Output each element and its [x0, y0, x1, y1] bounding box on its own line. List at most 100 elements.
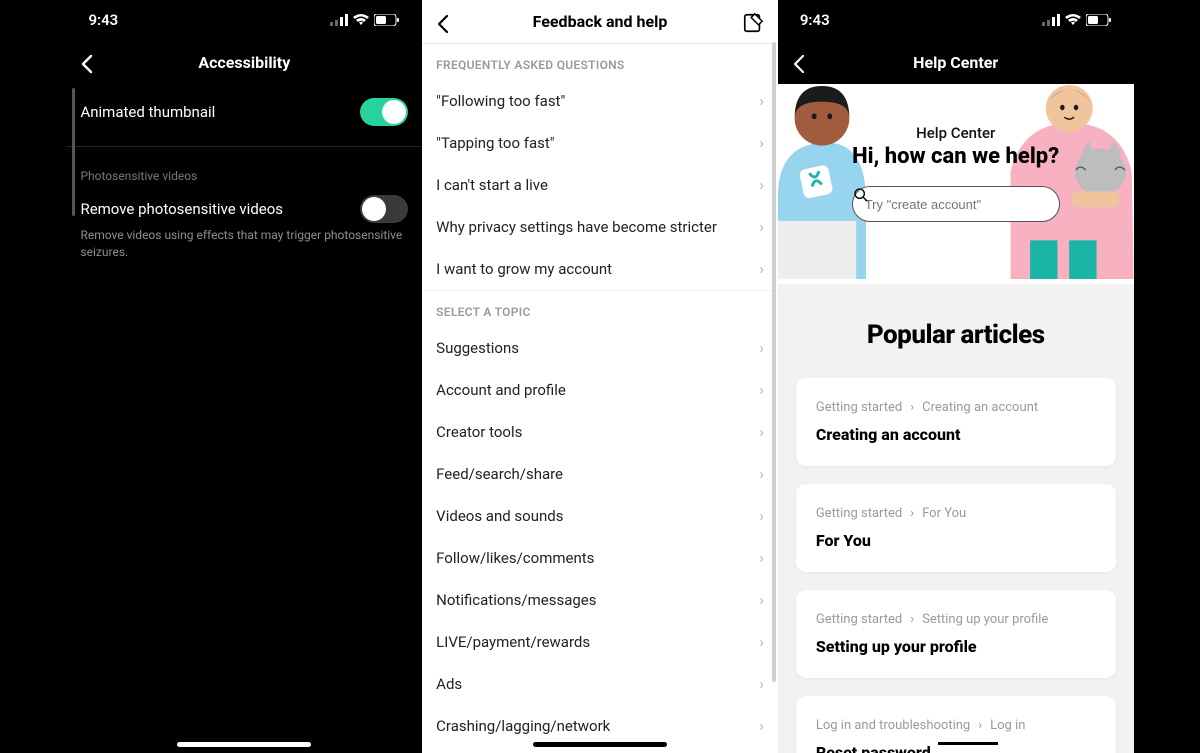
signal-icon — [1042, 14, 1060, 26]
article-card[interactable]: Getting started › Setting up your profil… — [796, 590, 1116, 678]
chevron-right-icon: › — [759, 381, 764, 399]
topic-item[interactable]: Ads› — [422, 663, 778, 705]
breadcrumb: Getting started › For You — [816, 506, 1096, 521]
chevron-right-icon: › — [978, 718, 982, 733]
chevron-right-icon: › — [759, 176, 764, 194]
chevron-right-icon: › — [759, 717, 764, 735]
chevron-left-icon — [788, 52, 812, 76]
header: Help Center — [778, 40, 1134, 84]
chevron-right-icon: › — [759, 465, 764, 483]
back-button[interactable] — [788, 52, 812, 76]
scrollbar[interactable] — [72, 88, 75, 216]
topic-item[interactable]: Suggestions › — [422, 327, 778, 369]
search-field[interactable] — [852, 186, 1060, 222]
topic-label: Creator tools — [436, 423, 522, 441]
breadcrumb: Getting started › Creating an account — [816, 400, 1096, 415]
chevron-right-icon: › — [759, 423, 764, 441]
back-button[interactable] — [432, 12, 456, 36]
topic-label: Videos and sounds — [436, 507, 563, 525]
hero: Help Center Hi, how can we help? — [778, 84, 1134, 284]
topic-item[interactable]: LIVE/payment/rewards› — [422, 621, 778, 663]
article-card[interactable]: Getting started › Creating an account Cr… — [796, 378, 1116, 466]
topic-item[interactable]: Follow/likes/comments› — [422, 537, 778, 579]
status-time: 9:43 — [800, 11, 830, 29]
page-title: Accessibility — [198, 53, 290, 72]
battery-icon — [374, 14, 400, 26]
status-bar: 9:43 — [778, 0, 1134, 40]
animated-thumbnail-toggle[interactable] — [360, 98, 408, 126]
header: Accessibility — [66, 40, 422, 84]
home-indicator[interactable] — [533, 742, 667, 747]
compose-button[interactable] — [742, 12, 766, 36]
hero-subtitle: Help Center — [778, 124, 1134, 142]
topic-item[interactable]: Creator tools › — [422, 411, 778, 453]
topic-label: Notifications/messages — [436, 591, 596, 609]
accessibility-screen: 9:43 Accessibility Animated thumbnail Ph… — [66, 0, 422, 753]
status-icons — [330, 14, 400, 26]
chevron-left-icon — [432, 12, 456, 36]
breadcrumb: Log in and troubleshooting › Log in — [816, 718, 1096, 733]
faq-label: Why privacy settings have become stricte… — [436, 218, 717, 236]
help-center-screen: 9:43 Help Center — [778, 0, 1134, 753]
topic-label: Suggestions — [436, 339, 519, 357]
chevron-right-icon: › — [759, 339, 764, 357]
home-indicator[interactable] — [938, 742, 998, 745]
status-bar: 9:43 — [66, 0, 422, 40]
topic-item[interactable]: Account and profile › — [422, 369, 778, 411]
chevron-right-icon: › — [759, 92, 764, 110]
chevron-right-icon: › — [910, 506, 914, 521]
page-title: Help Center — [913, 53, 998, 72]
faq-item[interactable]: Why privacy settings have become stricte… — [422, 206, 778, 248]
wifi-icon — [1065, 14, 1081, 26]
topic-header: SELECT A TOPIC — [422, 291, 778, 327]
topic-label: Feed/search/share — [436, 465, 563, 483]
remove-photosensitive-toggle[interactable] — [360, 195, 408, 223]
chevron-right-icon: › — [759, 507, 764, 525]
animated-thumbnail-row: Animated thumbnail — [66, 84, 422, 140]
topic-item[interactable]: Notifications/messages› — [422, 579, 778, 621]
faq-label: I can't start a live — [436, 176, 548, 194]
topic-item[interactable]: Crashing/lagging/network › — [422, 705, 778, 747]
remove-photosensitive-sub: Remove videos using effects that may tri… — [66, 227, 422, 271]
topic-label: Crashing/lagging/network — [436, 717, 610, 735]
chevron-right-icon: › — [759, 675, 764, 693]
hero-illustration — [778, 84, 1134, 279]
topic-label: Account and profile — [436, 381, 566, 399]
faq-list: "Following too fast" › "Tapping too fast"… — [422, 80, 778, 290]
topic-item[interactable]: Feed/search/share › — [422, 453, 778, 495]
article-title: Creating an account — [816, 425, 1096, 444]
faq-item[interactable]: I can't start a live › — [422, 164, 778, 206]
status-time: 9:43 — [88, 11, 118, 29]
popular-articles-title: Popular articles — [778, 284, 1134, 378]
topic-item[interactable]: Videos and sounds › — [422, 495, 778, 537]
chevron-right-icon: › — [910, 400, 914, 415]
faq-label: "Tapping too fast" — [436, 134, 554, 152]
faq-header: FREQUENTLY ASKED QUESTIONS — [422, 44, 778, 80]
search-input[interactable] — [865, 197, 1047, 212]
topic-label: LIVE/payment/rewards — [436, 633, 590, 651]
feedback-screen: Feedback and help FREQUENTLY ASKED QUEST… — [422, 0, 778, 753]
section-header-photosensitive: Photosensitive videos — [66, 153, 422, 189]
page-title: Feedback and help — [533, 12, 668, 31]
home-indicator[interactable] — [177, 742, 311, 747]
article-card[interactable]: Getting started › For You For You — [796, 484, 1116, 572]
chevron-left-icon — [76, 52, 100, 76]
chevron-right-icon: › — [759, 260, 764, 278]
faq-item[interactable]: "Tapping too fast" › — [422, 122, 778, 164]
remove-photosensitive-label: Remove photosensitive videos — [80, 200, 283, 218]
faq-item[interactable]: "Following too fast" › — [422, 80, 778, 122]
animated-thumbnail-label: Animated thumbnail — [80, 103, 215, 121]
article-title: For You — [816, 531, 1096, 550]
status-icons — [1042, 14, 1112, 26]
chevron-right-icon: › — [759, 218, 764, 236]
search-icon — [853, 187, 869, 203]
topic-label: Follow/likes/comments — [436, 549, 594, 567]
scrollbar[interactable] — [772, 42, 776, 682]
chevron-right-icon: › — [759, 134, 764, 152]
faq-label: "Following too fast" — [436, 92, 565, 110]
battery-icon — [1086, 14, 1112, 26]
faq-label: I want to grow my account — [436, 260, 612, 278]
faq-item[interactable]: I want to grow my account › — [422, 248, 778, 290]
back-button[interactable] — [76, 52, 100, 76]
signal-icon — [330, 14, 348, 26]
